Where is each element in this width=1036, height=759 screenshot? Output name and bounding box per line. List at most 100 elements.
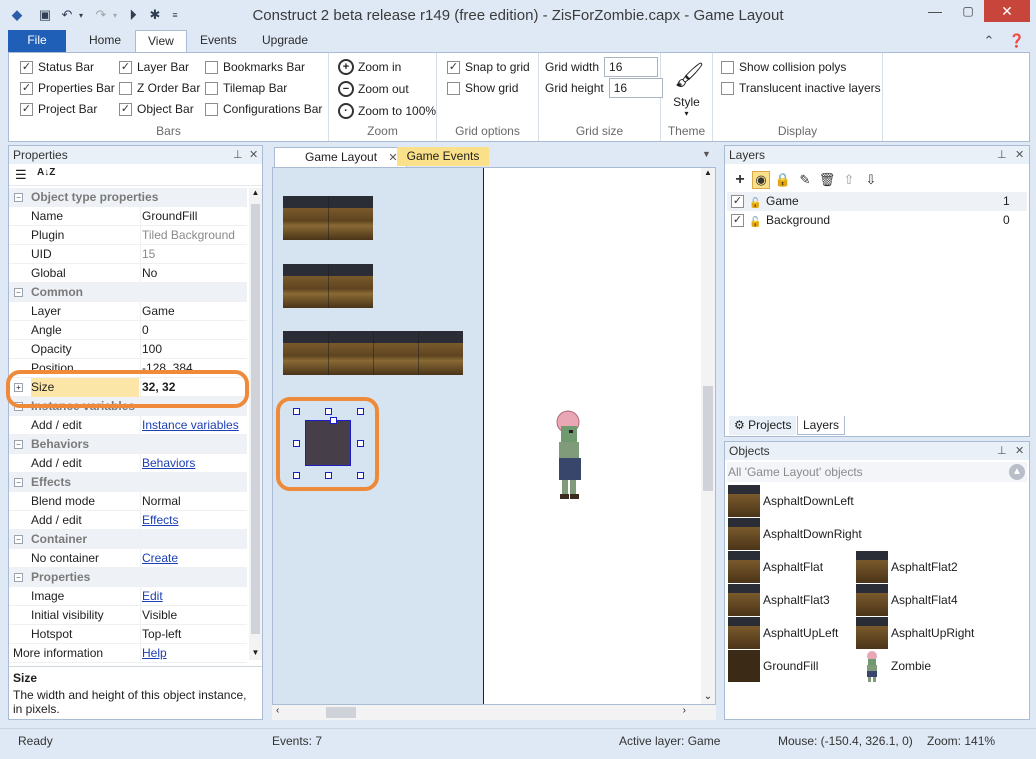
property-value[interactable]: No [140,264,247,283]
scroll-down-icon[interactable]: ⌄ [701,691,715,702]
property-value[interactable]: Top-left [140,625,247,644]
canvas-hscrollbar[interactable]: ‹ › [272,705,716,720]
move-up-icon[interactable]: ⇧ [840,171,858,189]
property-category[interactable]: − Properties [9,568,247,587]
categorized-icon[interactable]: ☰ [15,167,27,183]
checkbox-configurations-bar[interactable] [205,102,218,116]
property-category[interactable]: − Common [9,283,247,302]
sort-alphabetical-icon[interactable]: A↓Z [37,167,55,178]
property-value[interactable]: Visible [140,606,247,625]
tab-home[interactable]: Home [77,30,133,52]
close-button[interactable]: ✕ [984,0,1030,22]
scroll-thumb[interactable] [703,386,713,491]
style-button[interactable]: Style [661,95,712,109]
collapse-icon[interactable]: − [14,193,23,202]
asphalt-tile-object[interactable] [283,196,373,240]
property-row[interactable]: UID 15 [9,245,247,264]
property-category[interactable]: − Behaviors [9,435,247,454]
property-row[interactable]: Image Edit [9,587,247,606]
property-value[interactable]: 0 [140,321,247,340]
collapse-icon[interactable]: − [14,535,23,544]
checkbox-layer-bar[interactable]: ✓ [119,60,132,74]
style-dropdown-icon[interactable]: ▾ [661,109,712,118]
object-item[interactable]: AsphaltUpLeft [728,617,838,649]
zoom-in-button[interactable]: + Zoom in [338,59,401,75]
translucent-layers-checkbox[interactable]: Translucent inactive layers [721,81,881,95]
property-link[interactable]: Help [140,644,247,663]
checkbox-object-bar[interactable]: ✓ [119,102,132,116]
scroll-down-icon[interactable]: ▼ [249,648,262,660]
zoom-100-button[interactable]: · Zoom to 100% [338,103,436,119]
close-icon[interactable]: ✕ [249,146,258,164]
property-row[interactable]: Plugin Tiled Background [9,226,247,245]
scroll-right-icon[interactable]: › [683,705,686,716]
ribbon-collapse-icon[interactable]: ⌃ [980,32,998,50]
asphalt-tile-object[interactable] [283,264,373,308]
properties-bar-checkbox[interactable]: ✓ Properties Bar [20,81,115,95]
checkbox-bookmarks-bar[interactable] [205,60,218,74]
property-category[interactable]: − Container [9,530,247,549]
scroll-up-icon[interactable]: ▲ [1009,464,1025,480]
property-value[interactable]: 100 [140,340,247,359]
asphalt-flat-object[interactable] [283,331,463,375]
property-row[interactable]: Name GroundFill [9,207,247,226]
project-bar-checkbox[interactable]: ✓ Project Bar [20,102,97,116]
property-row[interactable]: Global No [9,264,247,283]
property-row[interactable]: Initial visibility Visible [9,606,247,625]
layer-bar-checkbox[interactable]: ✓ Layer Bar [119,60,189,74]
pin-icon[interactable]: ⊥ [997,146,1007,164]
lock-icon[interactable]: 🔒 [774,171,792,189]
close-icon[interactable]: ✕ [1015,146,1024,164]
edit-pencil-icon[interactable]: ✎ [796,171,814,189]
configurations-bar-checkbox[interactable]: Configurations Bar [205,102,322,116]
tab-upgrade[interactable]: Upgrade [250,30,320,52]
tab-view[interactable]: View [135,30,187,53]
pin-icon[interactable]: ⊥ [997,442,1007,460]
minimize-button[interactable]: — [920,0,950,22]
layer-visible-checkbox[interactable]: ✓ [731,214,744,227]
collapse-icon[interactable]: − [14,288,23,297]
scroll-thumb[interactable] [251,204,260,634]
show-grid-checkbox[interactable]: Show grid [447,81,518,95]
checkbox-project-bar[interactable]: ✓ [20,102,33,116]
objects-filter[interactable]: All 'Game Layout' objects ▲ [727,462,1027,482]
property-row[interactable]: Layer Game [9,302,247,321]
checkbox-status-bar[interactable]: ✓ [20,60,33,74]
style-brush-icon[interactable]: 🖌 [674,61,704,91]
property-value[interactable]: 15 [140,245,247,264]
checkbox-z-order-bar[interactable] [119,81,132,95]
collapse-icon[interactable]: − [14,440,23,449]
property-link[interactable]: Effects [140,511,247,530]
help-icon[interactable]: ❓ [1008,32,1026,50]
property-row[interactable]: Angle 0 [9,321,247,340]
close-icon[interactable]: ✕ [1015,442,1024,460]
collapse-icon[interactable]: − [14,573,23,582]
tab-list-dropdown-icon[interactable]: ▼ [702,149,711,159]
object-item[interactable]: AsphaltDownRight [728,518,862,550]
layer-row-game[interactable]: ✓ 🔓 Game 1 [727,192,1027,211]
object-bar-checkbox[interactable]: ✓ Object Bar [119,102,194,116]
property-row[interactable]: Add / edit Instance variables [9,416,247,435]
object-item[interactable]: AsphaltFlat3 [728,584,830,616]
link[interactable]: Effects [142,513,178,527]
checkbox-translucent-layers[interactable] [721,81,734,95]
layer-row-background[interactable]: ✓ 🔓 Background 0 [727,211,1027,230]
canvas-vscrollbar[interactable]: ▲ ⌄ [701,168,715,704]
object-item[interactable]: AsphaltFlat [728,551,823,583]
property-row[interactable]: Add / edit Effects [9,511,247,530]
property-value[interactable]: Game [140,302,247,321]
bookmarks-bar-checkbox[interactable]: Bookmarks Bar [205,60,305,74]
property-row[interactable]: Add / edit Behaviors [9,454,247,473]
object-item[interactable]: AsphaltFlat2 [856,551,958,583]
checkbox-show-grid[interactable] [447,81,460,95]
visibility-eye-icon[interactable]: ◉ [752,171,770,189]
property-link[interactable]: Instance variables [140,416,247,435]
delete-icon[interactable]: 🗑 [818,171,836,189]
snap-to-grid-checkbox[interactable]: ✓ Snap to grid [447,60,530,74]
tab-file[interactable]: File [8,30,66,52]
property-value[interactable]: Normal [140,492,247,511]
add-layer-icon[interactable]: + [731,171,749,189]
object-item[interactable]: Zombie [856,650,931,682]
link[interactable]: Instance variables [142,418,239,432]
tab-layers[interactable]: Layers [797,416,846,435]
